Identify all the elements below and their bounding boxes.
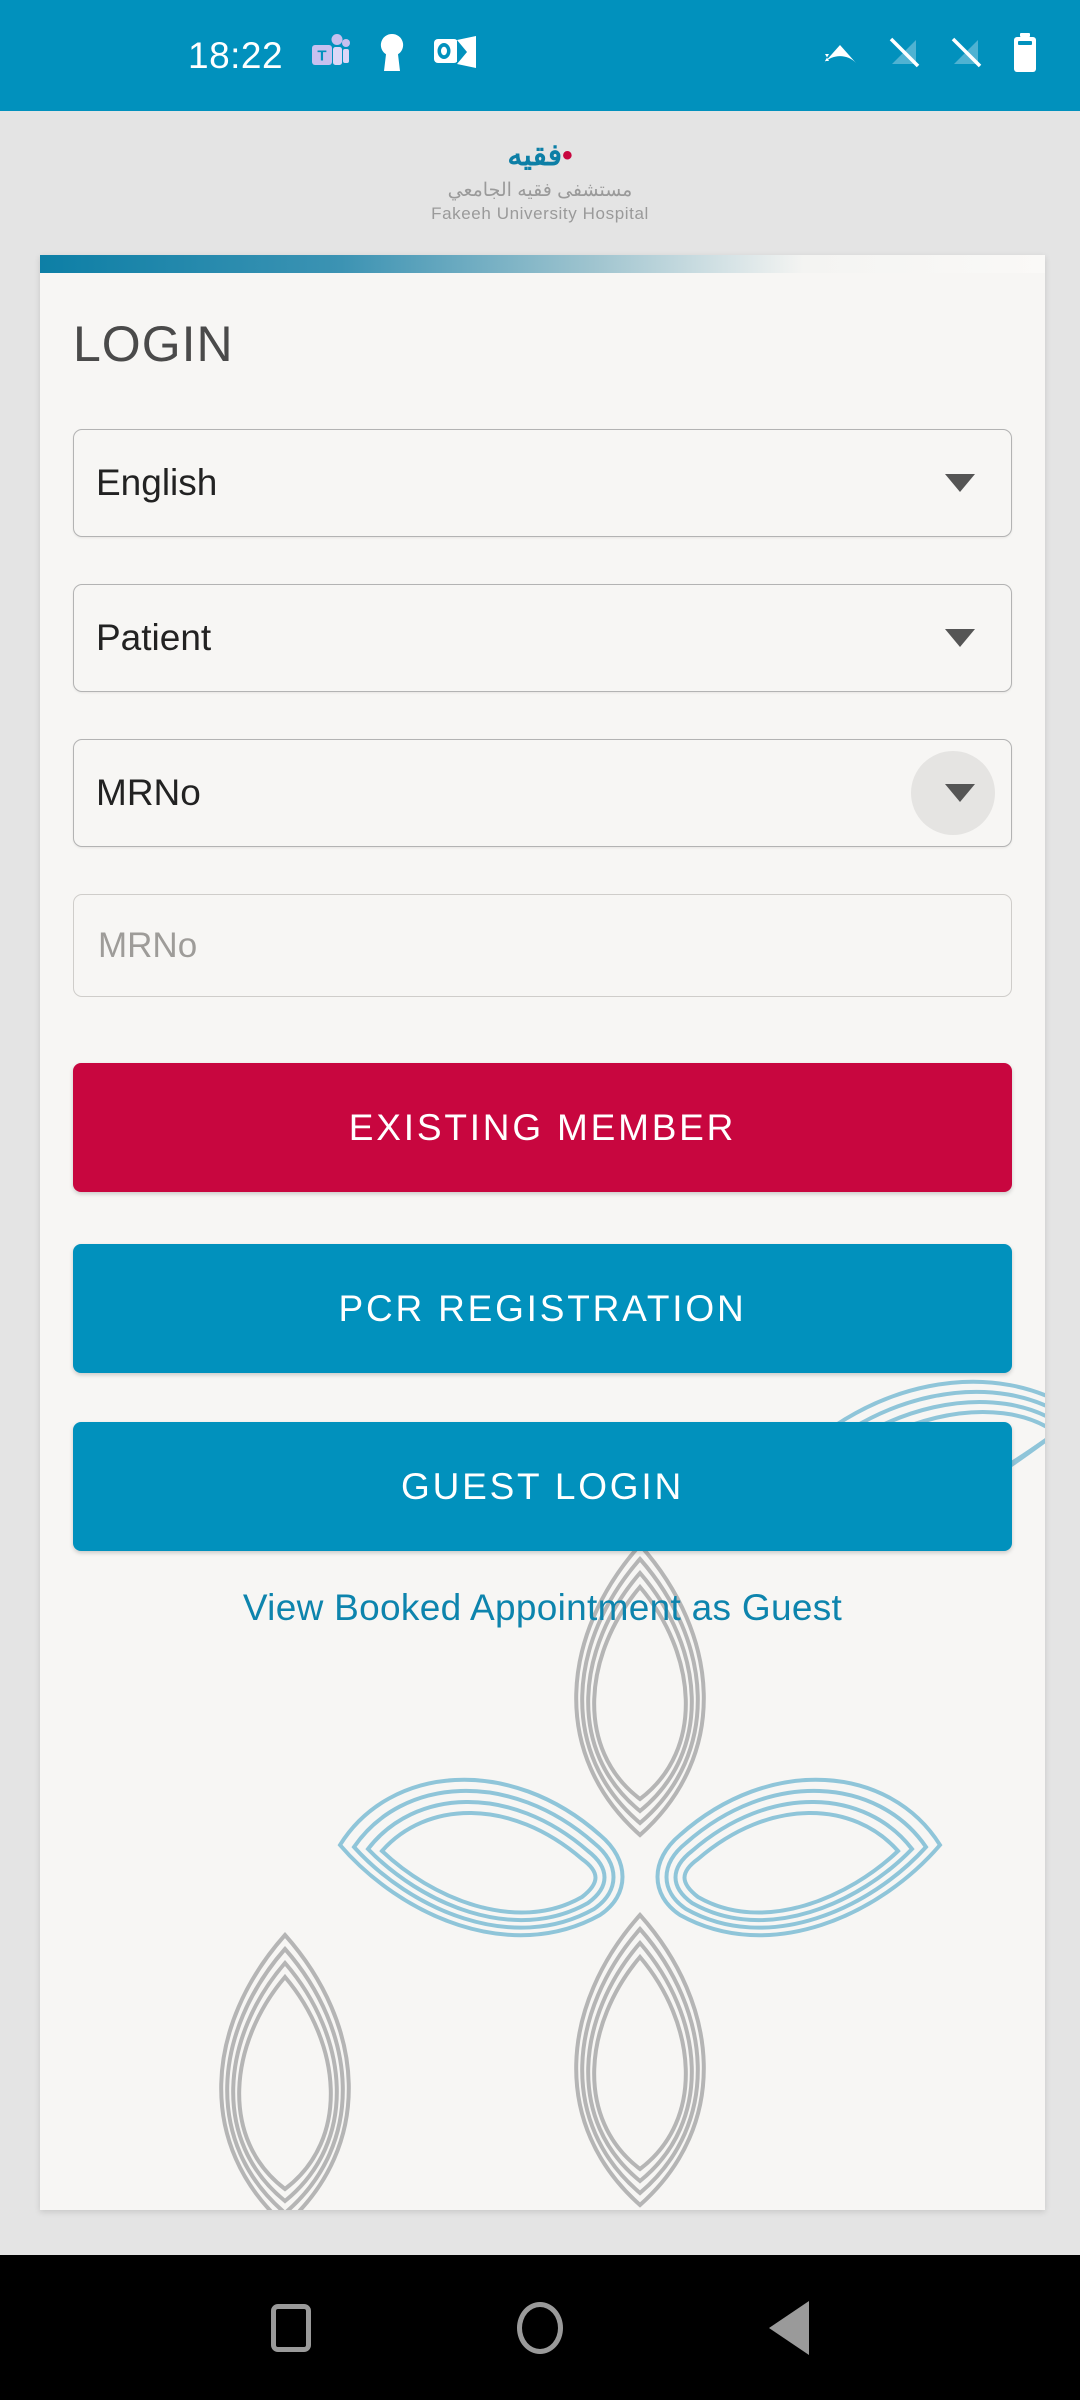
pcr-registration-button[interactable]: PCR REGISTRATION (73, 1244, 1012, 1373)
phone-screen: 18:22 T •فقيه مستشفى فقيه الجامعي Fakeeh… (0, 0, 1080, 2400)
card-accent-bar (40, 255, 1045, 273)
guest-login-button[interactable]: GUEST LOGIN (73, 1422, 1012, 1551)
user-type-select-value: Patient (96, 617, 212, 658)
language-select[interactable]: English (73, 429, 1012, 537)
signal-off-icon-2 (950, 36, 984, 75)
status-bar-left: 18:22 T (188, 32, 477, 79)
recents-icon[interactable] (271, 2303, 311, 2352)
language-select-value: English (96, 462, 218, 503)
id-type-select[interactable]: MRNo (73, 739, 1012, 847)
existing-member-button[interactable]: EXISTING MEMBER (73, 1063, 1012, 1192)
chevron-down-icon (945, 474, 975, 492)
back-icon[interactable] (769, 2300, 809, 2355)
page-title: LOGIN (73, 316, 234, 372)
status-bar-clock: 18:22 (188, 34, 284, 76)
battery-icon (1012, 32, 1038, 79)
logo-arabic-text: فقيه (507, 138, 563, 172)
teams-icon: T (309, 32, 351, 79)
user-type-select[interactable]: Patient (73, 584, 1012, 692)
signal-off-icon (888, 36, 922, 75)
status-bar: 18:22 T (0, 0, 1080, 111)
status-bar-right (820, 32, 1038, 79)
svg-text:T: T (318, 48, 327, 65)
outlook-icon (433, 33, 477, 78)
app-logo: •فقيه مستشفى فقيه الجامعي Fakeeh Univers… (0, 111, 1080, 251)
logo-dot: • (562, 138, 573, 172)
chevron-down-icon (945, 629, 975, 647)
home-icon[interactable] (517, 2301, 563, 2354)
id-type-select-value: MRNo (96, 772, 201, 813)
mrno-input[interactable]: MRNo (73, 894, 1012, 997)
wifi-icon (820, 35, 860, 76)
login-card: LOGIN English Patient MRNo MRNo EXISTING… (40, 255, 1045, 2210)
login-card-content: LOGIN English Patient MRNo MRNo EXISTING… (40, 273, 1045, 2210)
android-navigation-bar (0, 2255, 1080, 2400)
view-booked-appointment-link[interactable]: View Booked Appointment as Guest (40, 1587, 1045, 1629)
chevron-down-icon (945, 784, 975, 802)
logo-subtitle-arabic: مستشفى فقيه الجامعي (447, 179, 633, 201)
logo-subtitle-english: Fakeeh University Hospital (431, 203, 649, 223)
mrno-input-placeholder: MRNo (98, 925, 198, 965)
vpn-key-icon (377, 32, 407, 79)
logo-arabic-wordmark: •فقيه (507, 139, 572, 172)
